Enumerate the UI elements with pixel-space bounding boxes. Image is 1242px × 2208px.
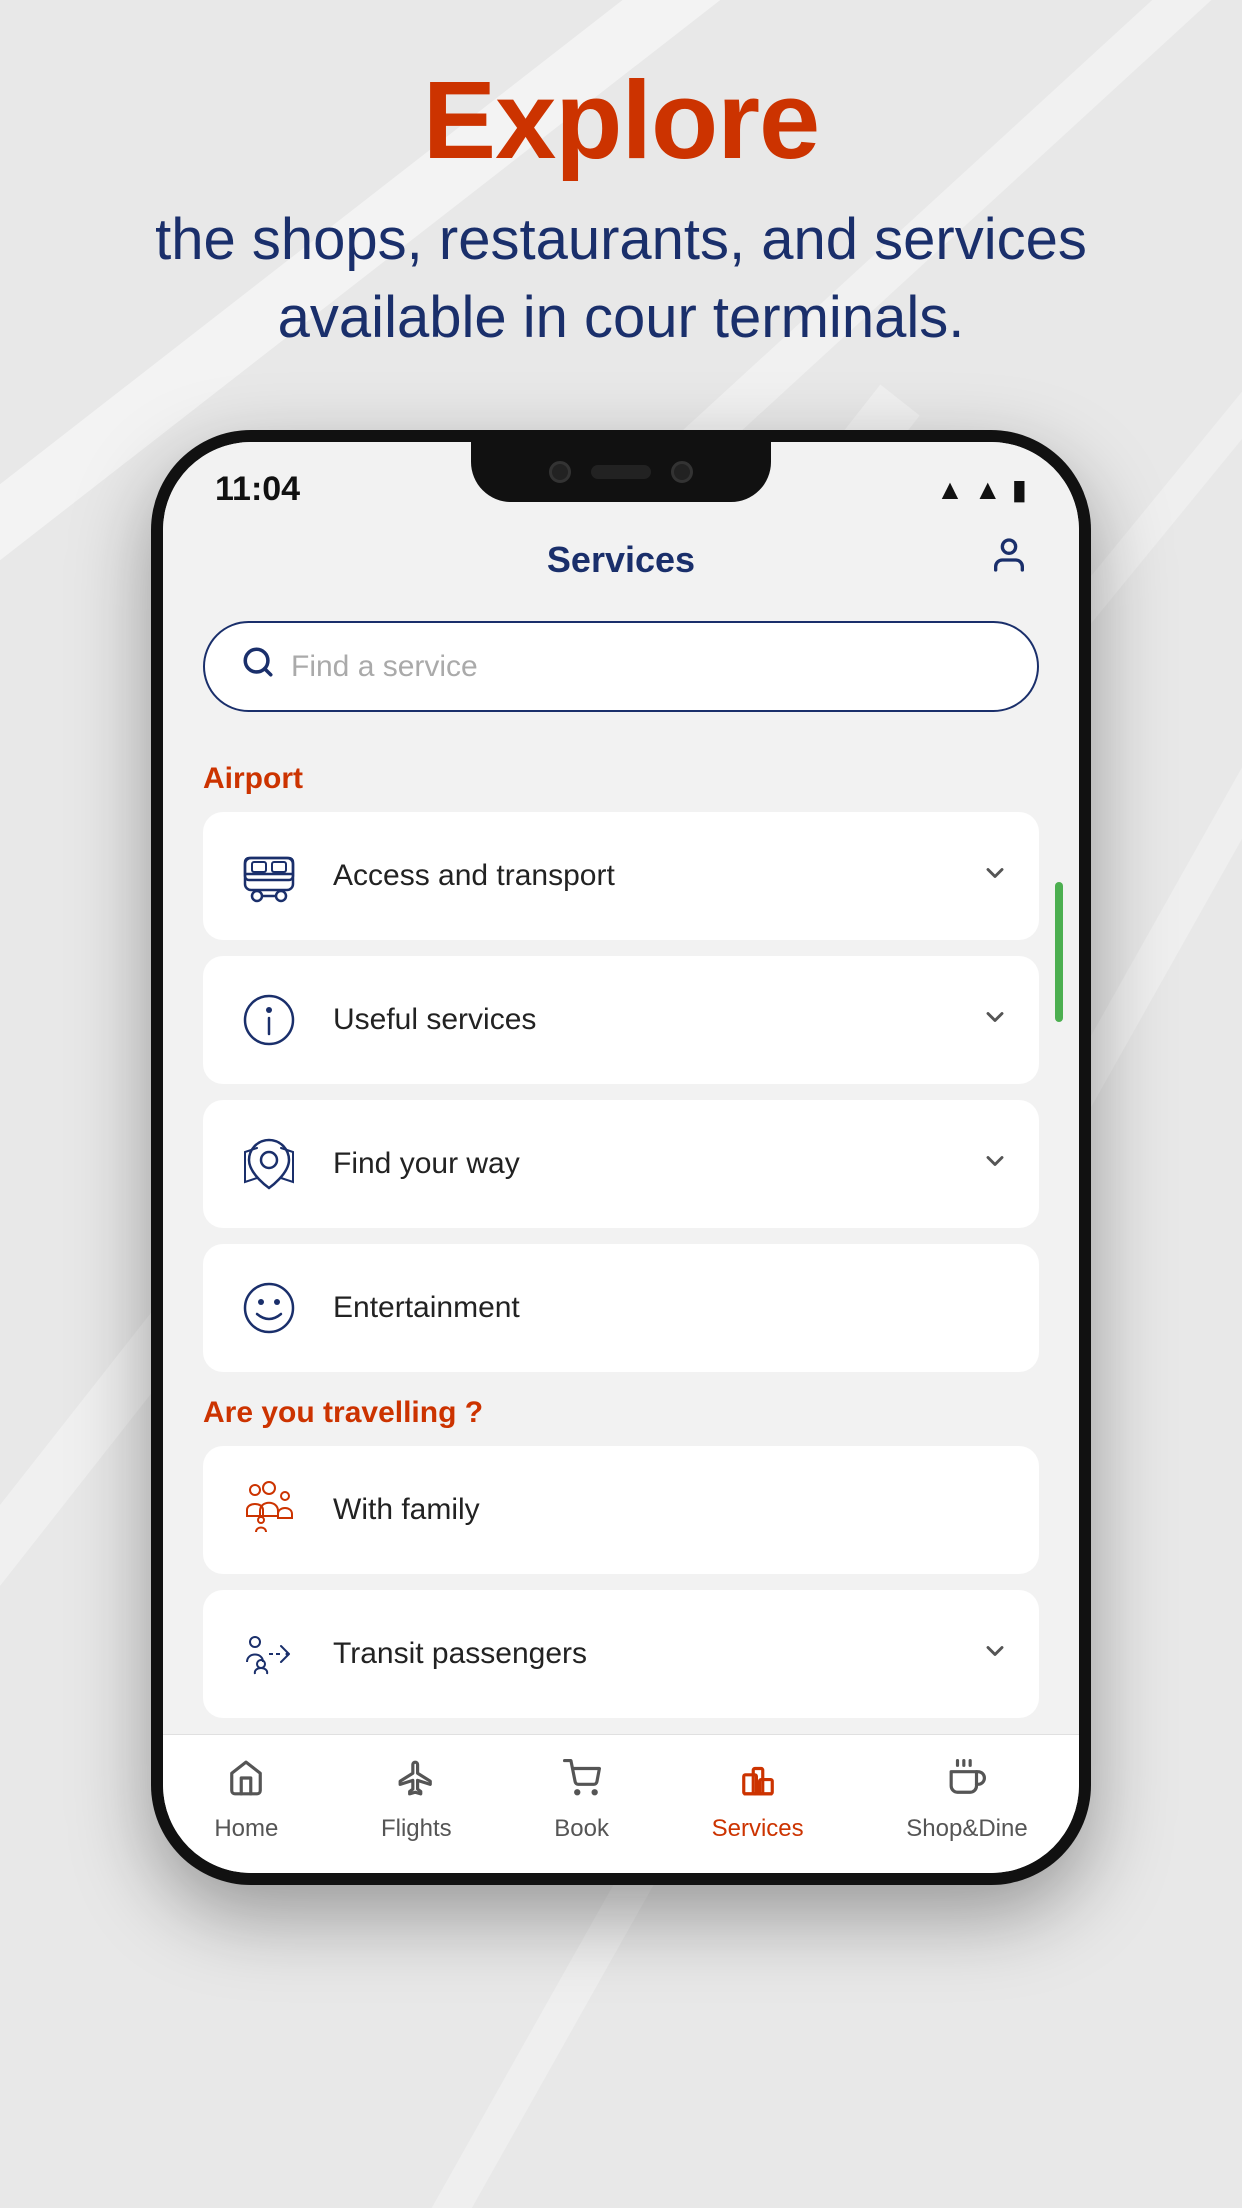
bus-icon (233, 840, 305, 912)
app-header-title: Services (547, 539, 695, 581)
phone-frame: 11:04 ▲ ▲ ▮ Services (151, 430, 1091, 1885)
useful-services-label: Useful services (333, 1003, 536, 1037)
list-item-find-your-way[interactable]: Find your way (203, 1100, 1039, 1228)
access-transport-label: Access and transport (333, 859, 615, 893)
section-travelling-label: Are you travelling ? (203, 1396, 1039, 1430)
transit-icon (233, 1618, 305, 1690)
notch-camera-2 (671, 461, 693, 483)
status-icons: ▲ ▲ ▮ (936, 473, 1027, 506)
wifi-icon: ▲ (936, 474, 964, 506)
services-icon (739, 1759, 777, 1807)
flights-icon (397, 1759, 435, 1807)
info-icon (233, 984, 305, 1056)
notch-sensor (591, 465, 651, 479)
list-item-left-4: Entertainment (233, 1272, 520, 1344)
search-placeholder: Find a service (291, 650, 478, 684)
nav-services[interactable]: Services (712, 1759, 804, 1843)
family-icon (233, 1474, 305, 1546)
phone-screen: 11:04 ▲ ▲ ▮ Services (163, 442, 1079, 1873)
hero-section: Explore the shops, restaurants, and serv… (0, 60, 1242, 358)
search-area: Find a service (163, 601, 1079, 742)
chevron-find-your-way (981, 1147, 1009, 1182)
nav-home-label: Home (214, 1815, 278, 1843)
transit-passengers-label: Transit passengers (333, 1637, 587, 1671)
find-your-way-label: Find your way (333, 1147, 520, 1181)
notch-camera (549, 461, 571, 483)
app-header: Services (163, 519, 1079, 601)
nav-book-label: Book (554, 1815, 609, 1843)
profile-icon[interactable] (989, 535, 1029, 585)
notch (471, 442, 771, 502)
chevron-transit (981, 1637, 1009, 1672)
nav-flights[interactable]: Flights (381, 1759, 452, 1843)
section-airport-label: Airport (203, 762, 1039, 796)
list-item-left-2: Useful services (233, 984, 536, 1056)
signal-icon: ▲ (974, 474, 1002, 506)
search-bar[interactable]: Find a service (203, 621, 1039, 712)
smile-icon (233, 1272, 305, 1344)
search-icon (241, 645, 275, 688)
nav-book[interactable]: Book (554, 1759, 609, 1843)
nav-flights-label: Flights (381, 1815, 452, 1843)
with-family-label: With family (333, 1493, 480, 1527)
shopdine-icon (948, 1759, 986, 1807)
list-item-transit-passengers[interactable]: Transit passengers (203, 1590, 1039, 1718)
scrollbar[interactable] (1055, 882, 1063, 1022)
nav-shopdine-label: Shop&Dine (906, 1815, 1027, 1843)
list-item-left-3: Find your way (233, 1128, 520, 1200)
list-item-entertainment[interactable]: Entertainment (203, 1244, 1039, 1372)
list-item-useful-services[interactable]: Useful services (203, 956, 1039, 1084)
chevron-useful-services (981, 1003, 1009, 1038)
book-icon (563, 1759, 601, 1807)
hero-subtitle: the shops, restaurants, and services ava… (80, 201, 1162, 358)
list-item-left-5: With family (233, 1474, 480, 1546)
scroll-area: Airport (163, 762, 1079, 1718)
nav-shopdine[interactable]: Shop&Dine (906, 1759, 1027, 1843)
status-bar: 11:04 ▲ ▲ ▮ (163, 442, 1079, 519)
bottom-nav: Home Flights (163, 1734, 1079, 1873)
phone-mockup: 11:04 ▲ ▲ ▮ Services (151, 430, 1091, 1885)
list-item-left-6: Transit passengers (233, 1618, 587, 1690)
list-item-left: Access and transport (233, 840, 615, 912)
list-item-access-transport[interactable]: Access and transport (203, 812, 1039, 940)
chevron-access-transport (981, 859, 1009, 894)
nav-services-label: Services (712, 1815, 804, 1843)
list-item-with-family[interactable]: With family (203, 1446, 1039, 1574)
status-time: 11:04 (215, 470, 300, 509)
entertainment-label: Entertainment (333, 1291, 520, 1325)
map-icon (233, 1128, 305, 1200)
battery-icon: ▮ (1012, 473, 1027, 506)
nav-home[interactable]: Home (214, 1759, 278, 1843)
hero-title: Explore (80, 60, 1162, 181)
home-icon (227, 1759, 265, 1807)
